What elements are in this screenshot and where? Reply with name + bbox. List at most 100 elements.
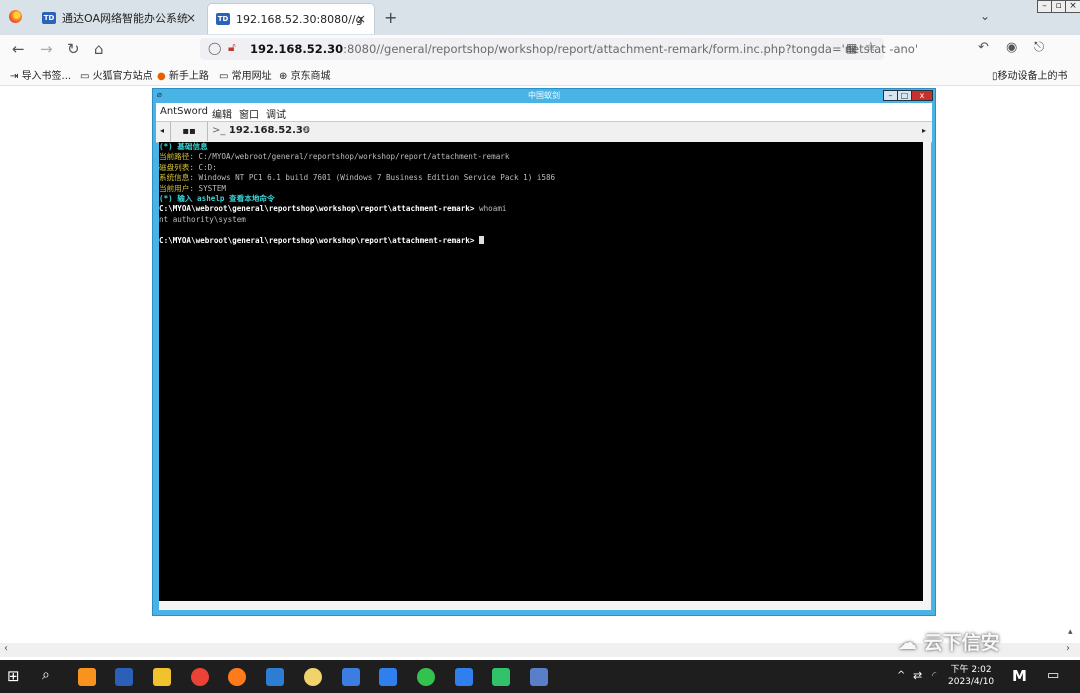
terminal-horizontal-scrollbar[interactable]	[159, 601, 931, 610]
close-icon[interactable]: ⊗	[302, 125, 310, 135]
app-icon[interactable]	[304, 668, 322, 686]
extensions-icon[interactable]: ⎋	[1034, 40, 1044, 55]
new-tab-button[interactable]: +	[384, 8, 397, 27]
watermark: ☁ 云下信安	[898, 628, 1000, 655]
start-icon[interactable]: ⊞	[7, 667, 20, 685]
menu-antsword[interactable]: AntSword	[160, 106, 208, 117]
tab-oa-system[interactable]: TD 通达OA网络智能办公系统 ×	[34, 3, 204, 33]
chevron-up-icon[interactable]: ^	[897, 670, 905, 681]
close-button[interactable]: x	[911, 90, 933, 101]
firefox-icon[interactable]	[228, 668, 246, 686]
remote-desktop-icon[interactable]	[530, 668, 548, 686]
globe-icon: ⊕	[279, 71, 291, 82]
antsword-tabbar: ◂ ▪▪ >_ 192.168.52.30 ⊗ ▸	[156, 121, 932, 143]
scroll-up-icon[interactable]: ▴	[1068, 627, 1073, 637]
terminal-command: whoami	[479, 204, 507, 214]
bookmark-label: 移动设备上的书	[997, 71, 1068, 82]
file-explorer-icon[interactable]	[153, 668, 171, 686]
bookmark-common-sites[interactable]: ▭ 常用网址	[219, 67, 272, 82]
window-title: 中国蚁剑	[528, 91, 560, 100]
powershell-icon[interactable]	[115, 668, 133, 686]
chrome-icon[interactable]	[191, 668, 209, 686]
network-icon[interactable]: ⇄	[913, 669, 922, 682]
scroll-left-icon[interactable]: ‹	[4, 643, 8, 654]
terminal-cursor[interactable]	[479, 235, 485, 244]
back-arrow-icon[interactable]: ←	[12, 40, 25, 58]
minimize-button[interactable]: –	[883, 90, 898, 101]
grid-icon[interactable]: ▪▪	[170, 122, 208, 141]
home-icon[interactable]: ⌂	[94, 40, 104, 58]
tab-label: 192.168.52.30	[228, 125, 310, 136]
app-icon[interactable]	[455, 668, 473, 686]
firefox-icon: ●	[157, 71, 169, 82]
url-host: 192.168.52.30	[250, 42, 344, 56]
terminal-output[interactable]: (*) 基础信息 当前路径: C:/MYOA/webroot/general/r…	[159, 142, 923, 601]
close-window-button[interactable]: ×	[1065, 0, 1080, 13]
bookmark-jd[interactable]: ⊕ 京东商城	[279, 67, 331, 82]
tab-general-active[interactable]: TD 192.168.52.30:8080//general/ ×	[207, 3, 375, 34]
wechat-icon[interactable]	[417, 668, 435, 686]
url-text[interactable]: 192.168.52.30:8080//general/reportshop/w…	[250, 42, 918, 56]
system-clock[interactable]: 下午 2:02 2023/4/10	[948, 664, 994, 688]
terminal-line: nt authority\system	[159, 214, 246, 224]
menu-edit[interactable]: 编辑	[212, 106, 232, 121]
tab-scroll-left-icon[interactable]: ◂	[160, 126, 164, 135]
close-icon[interactable]: ×	[356, 12, 366, 26]
insecure-lock-icon[interactable]: 🔓︎	[228, 40, 236, 55]
star-icon[interactable]: ☆	[865, 40, 877, 55]
chevron-down-icon[interactable]: ⌄	[980, 9, 990, 23]
terminal-line: (*) 基础信息	[159, 142, 208, 151]
app-icon[interactable]	[492, 668, 510, 686]
tab-scroll-right-icon[interactable]: ▸	[922, 126, 926, 135]
forward-arrow-icon[interactable]: →	[40, 40, 53, 58]
bookmark-label: 新手上路	[168, 71, 209, 82]
clock-time: 下午 2:02	[950, 665, 992, 675]
wifi-icon[interactable]: ◜	[932, 669, 936, 682]
tongda-favicon-icon: TD	[42, 12, 56, 24]
maximize-button[interactable]: ▫	[1051, 0, 1066, 13]
bookmark-import[interactable]: ⇥ 导入书签...	[10, 67, 71, 82]
firefox-icon[interactable]	[9, 10, 22, 23]
bookmark-getting-started[interactable]: ● 新手上路	[157, 67, 209, 82]
antsword-menubar: AntSword 编辑 窗口 调试	[156, 103, 932, 121]
ime-icon[interactable]: M	[1012, 667, 1027, 685]
antsword-window: 中国蚁剑 ⌀ – □ x AntSword 编辑 窗口 调试 ◂ ▪▪ >_ 1…	[152, 88, 936, 616]
reload-icon[interactable]: ↻	[67, 40, 80, 58]
undo-icon[interactable]: ↶	[978, 40, 989, 55]
url-bar[interactable]: ◯ 🔓︎ 192.168.52.30:8080//general/reports…	[200, 38, 918, 60]
vscode-icon[interactable]	[266, 668, 284, 686]
menu-debug[interactable]: 调试	[266, 106, 286, 121]
qr-code-icon[interactable]: ▦	[846, 41, 857, 55]
scroll-right-icon[interactable]: ›	[1066, 643, 1070, 654]
tab-title: 通达OA网络智能办公系统	[62, 12, 188, 25]
menu-window[interactable]: 窗口	[239, 106, 259, 121]
terminal-line: C:\MYOA\webroot\general\reportshop\works…	[159, 204, 923, 214]
windows-taskbar: ⊞ ⌕ ^ ⇄ ◜ 下午 2:02 2023/4/10 M ▭	[0, 660, 1080, 693]
import-icon: ⇥	[10, 71, 22, 82]
app-icon[interactable]	[342, 668, 360, 686]
label-system-info: 系统信息:	[159, 173, 199, 183]
bookmark-firefox-site[interactable]: ▭ 火狐官方站点	[80, 67, 153, 82]
shield-icon[interactable]: ◯	[208, 41, 221, 55]
navigation-bar: ← → ↻ ⌂ ◯ 🔓︎ 192.168.52.30:8080//general…	[0, 35, 1080, 63]
search-icon[interactable]: ⌕	[42, 667, 50, 683]
bookmark-label: 导入书签...	[21, 71, 72, 82]
maximize-button[interactable]: □	[897, 90, 912, 101]
search-app-icon[interactable]	[78, 668, 96, 686]
feishu-icon[interactable]	[379, 668, 397, 686]
terminal-vertical-scrollbar[interactable]	[923, 142, 931, 601]
bookmark-label: 火狐官方站点	[92, 71, 153, 82]
tongda-favicon-icon: TD	[216, 13, 230, 25]
browser-tab-strip: TD 通达OA网络智能办公系统 × TD 192.168.52.30:8080/…	[0, 0, 1080, 35]
close-icon[interactable]: ×	[186, 11, 196, 25]
notification-icon[interactable]: ▭	[1047, 668, 1059, 683]
account-icon[interactable]: ◉	[1006, 40, 1017, 55]
app-icon: ⌀	[157, 90, 162, 99]
minimize-button[interactable]: –	[1037, 0, 1052, 13]
terminal-icon: >_	[212, 125, 226, 136]
folder-icon: ▭	[219, 71, 232, 82]
folder-icon: ▭	[80, 71, 93, 82]
tab-terminal[interactable]: >_ 192.168.52.30	[212, 125, 310, 136]
mobile-bookmarks[interactable]: ▯移动设备上的书	[992, 67, 1080, 82]
